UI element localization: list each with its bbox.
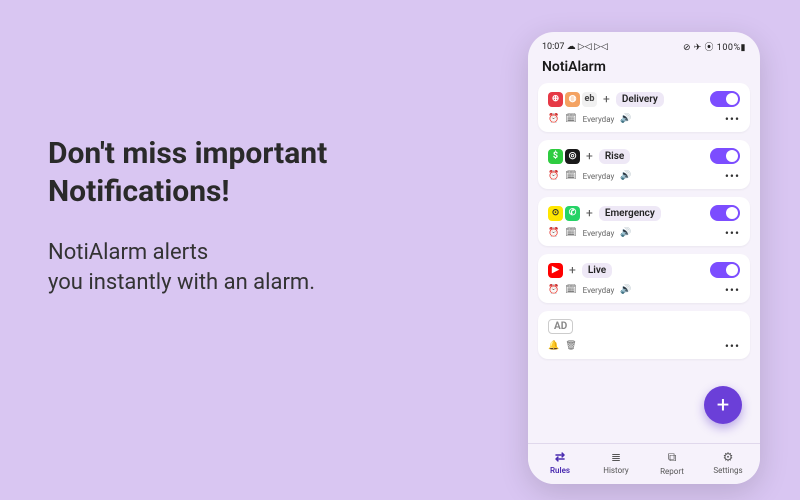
hero-copy: Don't miss important Notifications! Noti…	[48, 135, 478, 297]
hero-headline: Don't miss important Notifications!	[48, 135, 478, 210]
more-icon[interactable]: •••	[725, 226, 740, 240]
nav-item-rules[interactable]: ⇄ Rules	[532, 450, 588, 476]
calendar-icon: 🗓	[565, 228, 576, 238]
schedule-label: Everyday	[583, 115, 615, 124]
add-rule-fab[interactable]: +	[704, 386, 742, 424]
app-icon: $	[548, 149, 563, 164]
status-right-icons: ⊘ ✈ ⦿ 100%▮	[683, 40, 746, 53]
app-icon: ⊙	[548, 206, 563, 221]
rule-toggle[interactable]	[710, 91, 740, 107]
plus-icon: +	[584, 206, 595, 220]
sound-icon: 🔊	[620, 285, 631, 295]
schedule-label: Everyday	[583, 172, 615, 181]
plus-icon: +	[567, 263, 578, 277]
ad-badge: AD	[548, 319, 573, 334]
rule-name-chip: Live	[582, 263, 612, 278]
history-icon: ≣	[611, 450, 621, 464]
nav-label: Report	[660, 467, 684, 476]
rule-name-chip: Emergency	[599, 206, 661, 221]
rule-card[interactable]: ⊙✆ + Emergency ⏰ 🗓 Everyday 🔊 •••	[538, 197, 750, 246]
rules-icon: ⇄	[555, 450, 565, 464]
alarm-icon: ⏰	[548, 114, 559, 124]
sound-icon: 🔊	[620, 114, 631, 124]
more-icon[interactable]: •••	[725, 339, 740, 353]
app-icon: ▶	[548, 263, 563, 278]
sound-icon: 🔊	[620, 228, 631, 238]
nav-label: History	[603, 466, 628, 475]
phone-frame: 10:07 ☁ ▷◁ ▷◁ ⊘ ✈ ⦿ 100%▮ NotiAlarm ⊕◍eb…	[528, 32, 760, 484]
plus-icon: +	[584, 149, 595, 163]
app-icon: eb	[582, 92, 597, 107]
trash-icon[interactable]: 🗑	[565, 341, 576, 351]
rule-toggle[interactable]	[710, 205, 740, 221]
rule-card[interactable]: $◎ + Rise ⏰ 🗓 Everyday 🔊 •••	[538, 140, 750, 189]
app-icon: ✆	[565, 206, 580, 221]
sound-icon: 🔊	[620, 171, 631, 181]
nav-item-report[interactable]: ⧉ Report	[644, 450, 700, 476]
rule-name-chip: Delivery	[616, 92, 664, 107]
nav-label: Settings	[713, 466, 742, 475]
rule-toggle[interactable]	[710, 148, 740, 164]
alarm-icon: ⏰	[548, 228, 559, 238]
app-title: NotiAlarm	[528, 55, 760, 83]
bottom-nav: ⇄ Rules ≣ History ⧉ Report ⚙ Settings	[528, 443, 760, 484]
plus-icon: +	[601, 92, 612, 106]
hero-subhead: NotiAlarm alerts you instantly with an a…	[48, 238, 478, 297]
calendar-icon: 🗓	[565, 114, 576, 124]
app-icon: ◎	[565, 149, 580, 164]
status-left-icons: ☁ ▷◁ ▷◁	[567, 42, 608, 52]
app-icon: ◍	[565, 92, 580, 107]
nav-item-settings[interactable]: ⚙ Settings	[700, 450, 756, 476]
rule-toggle[interactable]	[710, 262, 740, 278]
schedule-label: Everyday	[583, 229, 615, 238]
more-icon[interactable]: •••	[725, 112, 740, 126]
app-icon: ⊕	[548, 92, 563, 107]
schedule-label: Everyday	[583, 286, 615, 295]
calendar-icon: 🗓	[565, 171, 576, 181]
nav-label: Rules	[550, 466, 570, 475]
calendar-icon: 🗓	[565, 285, 576, 295]
ad-card: AD 🔔 🗑 •••	[538, 311, 750, 359]
alarm-icon: ⏰	[548, 171, 559, 181]
rule-card[interactable]: ⊕◍eb + Delivery ⏰ 🗓 Everyday 🔊 •••	[538, 83, 750, 132]
alarm-icon: ⏰	[548, 285, 559, 295]
settings-icon: ⚙	[723, 450, 734, 464]
nav-item-history[interactable]: ≣ History	[588, 450, 644, 476]
status-time: 10:07 ☁ ▷◁ ▷◁	[542, 42, 608, 52]
status-bar: 10:07 ☁ ▷◁ ▷◁ ⊘ ✈ ⦿ 100%▮	[528, 32, 760, 55]
rule-card[interactable]: ▶ + Live ⏰ 🗓 Everyday 🔊 •••	[538, 254, 750, 303]
more-icon[interactable]: •••	[725, 283, 740, 297]
bell-icon: 🔔	[548, 341, 559, 351]
rule-name-chip: Rise	[599, 149, 630, 164]
more-icon[interactable]: •••	[725, 169, 740, 183]
report-icon: ⧉	[668, 450, 677, 465]
